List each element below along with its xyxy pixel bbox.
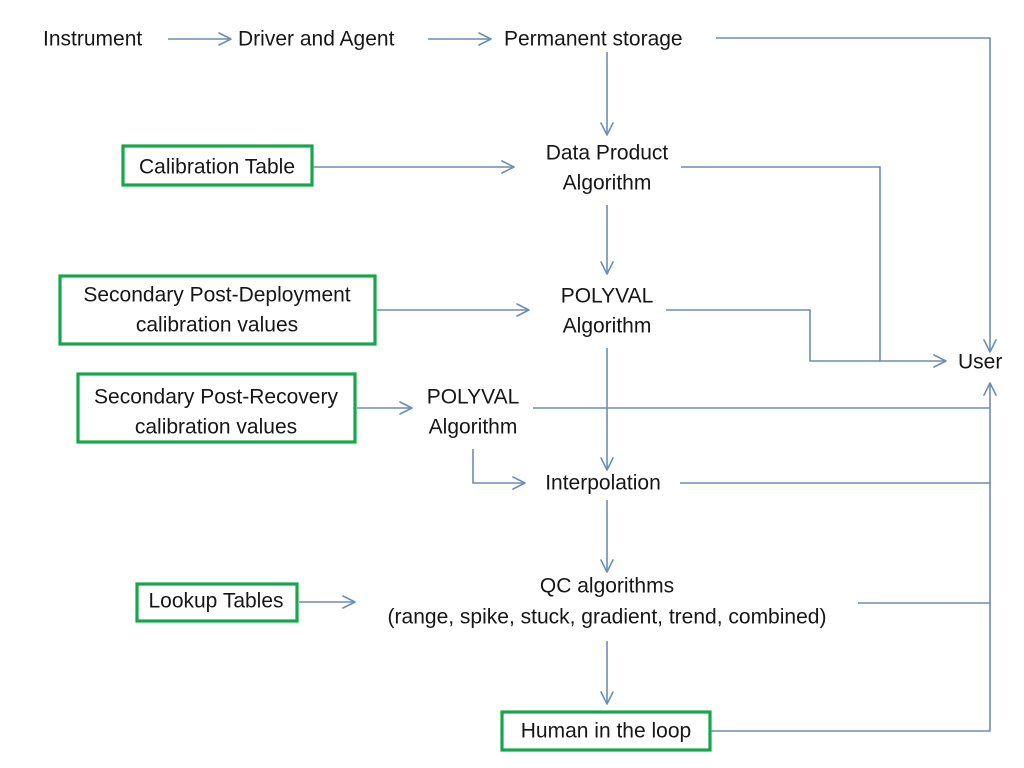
edge-human-in-the-loop-to-user	[711, 382, 997, 732]
edge-interpolation-to-qc	[600, 500, 614, 573]
node-driver-and-agent: Driver and Agent	[238, 28, 395, 51]
edge-polyval-deployment-to-interpolation	[600, 348, 614, 471]
edge-post-recovery-to-polyval-recovery	[357, 401, 413, 415]
node-instrument: Instrument	[43, 28, 142, 51]
edge-polyval-recovery-to-interpolation	[472, 449, 526, 490]
node-qc-algorithms-line1: QC algorithms	[540, 575, 674, 598]
node-secondary-post-recovery-line2: calibration values	[135, 416, 297, 439]
edge-data-product-to-user	[681, 166, 947, 368]
node-interpolation: Interpolation	[545, 472, 661, 495]
node-secondary-post-deployment-line1: Secondary Post-Deployment	[83, 284, 350, 307]
node-lookup-tables: Lookup Tables	[148, 590, 283, 613]
node-permanent-storage: Permanent storage	[504, 28, 683, 51]
edge-permanent-storage-to-data-product	[600, 52, 614, 136]
node-qc-algorithms-line2: (range, spike, stuck, gradient, trend, c…	[388, 606, 827, 629]
node-polyval-recovery-line1: POLYVAL	[427, 386, 520, 409]
edge-polyval-deployment-to-user	[666, 309, 880, 362]
edge-post-deployment-to-polyval	[377, 303, 530, 317]
node-calibration-table: Calibration Table	[139, 156, 295, 179]
node-user: User	[958, 351, 1002, 374]
edge-permanent-storage-to-user	[716, 37, 997, 353]
node-polyval-deployment-line2: Algorithm	[563, 315, 652, 338]
node-data-product-algorithm-line2: Algorithm	[563, 172, 652, 195]
node-polyval-recovery-line2: Algorithm	[429, 416, 518, 439]
flowchart-diagram: Instrument Driver and Agent Permanent st…	[0, 0, 1024, 768]
node-secondary-post-recovery-line1: Secondary Post-Recovery	[94, 386, 338, 409]
edge-calibration-table-to-data-product	[313, 160, 515, 174]
node-polyval-deployment-line1: POLYVAL	[561, 285, 654, 308]
node-human-in-the-loop: Human in the loop	[521, 720, 691, 743]
edge-driver-to-permanent-storage	[428, 32, 492, 46]
edge-lookup-tables-to-qc	[299, 595, 356, 609]
edge-qc-to-human-in-the-loop	[600, 641, 614, 705]
edge-data-product-to-polyval-deployment	[600, 205, 614, 275]
edge-instrument-to-driver	[168, 32, 232, 46]
flowchart-canvas: Instrument Driver and Agent Permanent st…	[43, 28, 1002, 752]
node-secondary-post-deployment-line2: calibration values	[136, 314, 298, 337]
node-data-product-algorithm-line1: Data Product	[546, 142, 669, 165]
